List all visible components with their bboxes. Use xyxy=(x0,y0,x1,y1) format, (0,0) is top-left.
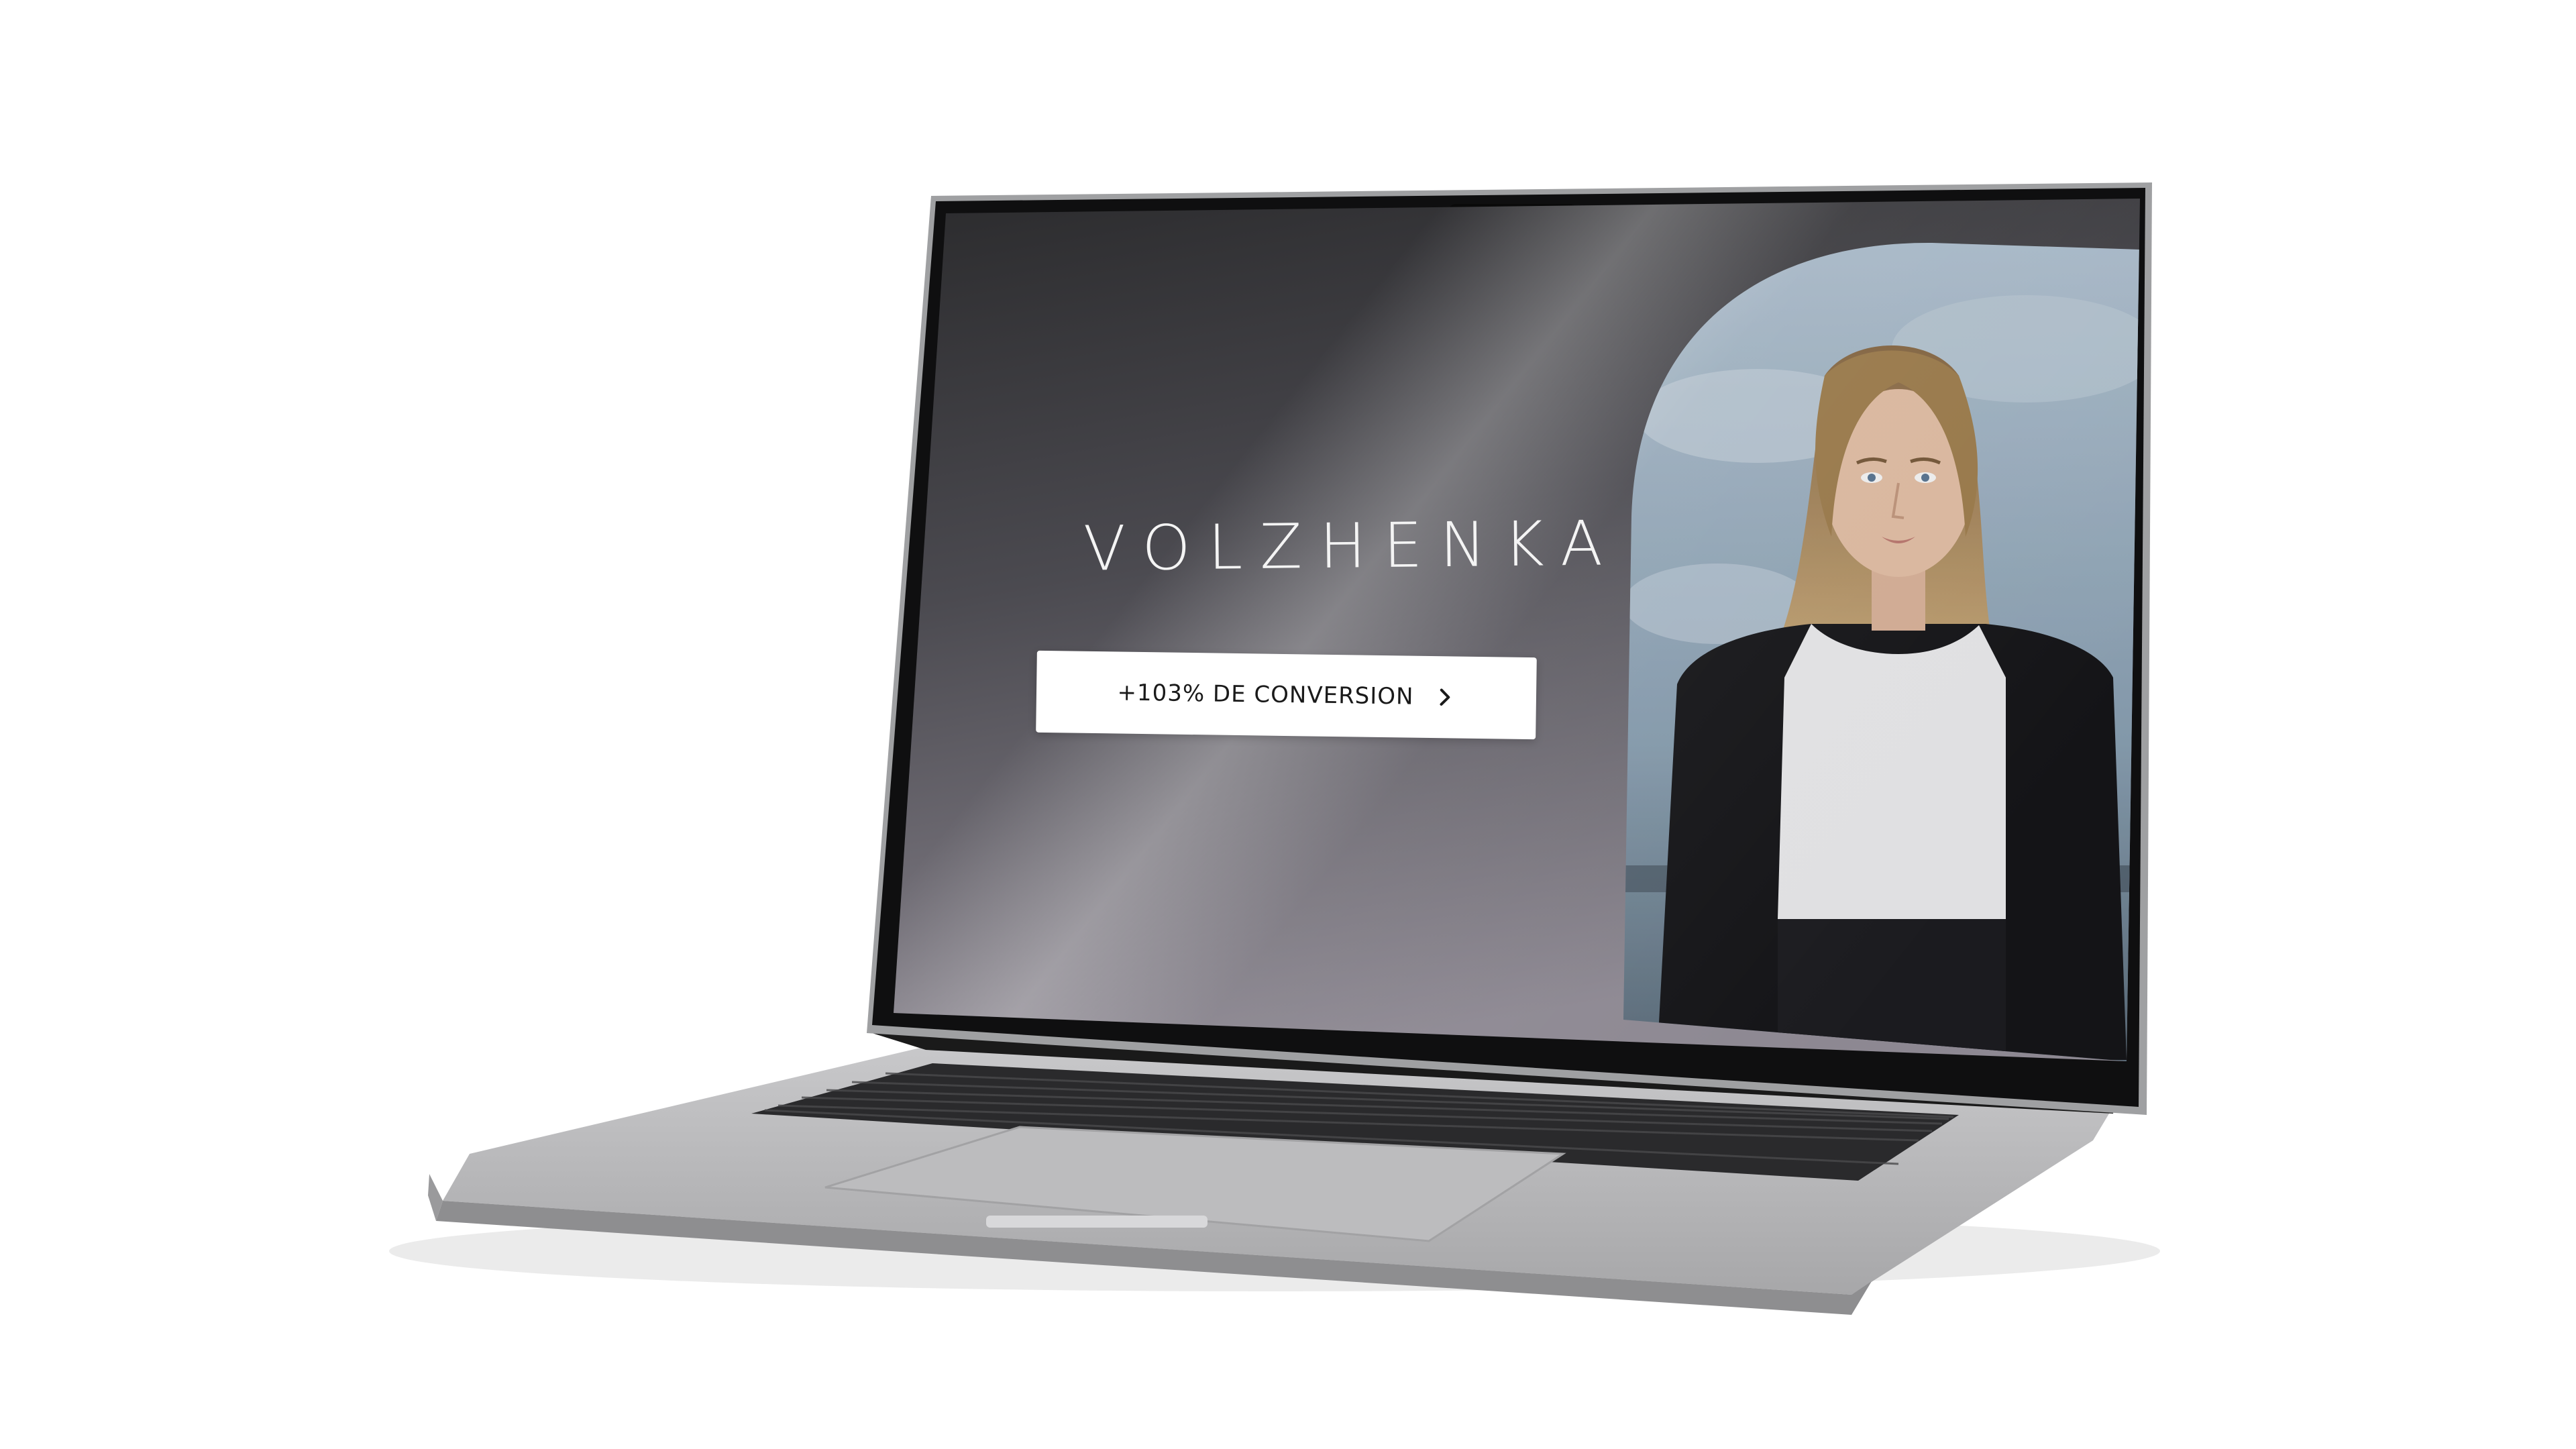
screen-glare xyxy=(894,199,2140,1061)
lid-notch xyxy=(986,1216,1208,1228)
product-mockup-scene: VOLZHENKA +103% DE CONVERSION xyxy=(0,0,2576,1449)
brand-logo: VOLZHENKA xyxy=(1083,507,1621,585)
chevron-right-icon xyxy=(1434,686,1455,708)
cta-label: +103% DE CONVERSION xyxy=(1117,679,1414,710)
conversion-cta-button[interactable]: +103% DE CONVERSION xyxy=(1036,650,1537,740)
screen xyxy=(894,199,2140,1061)
